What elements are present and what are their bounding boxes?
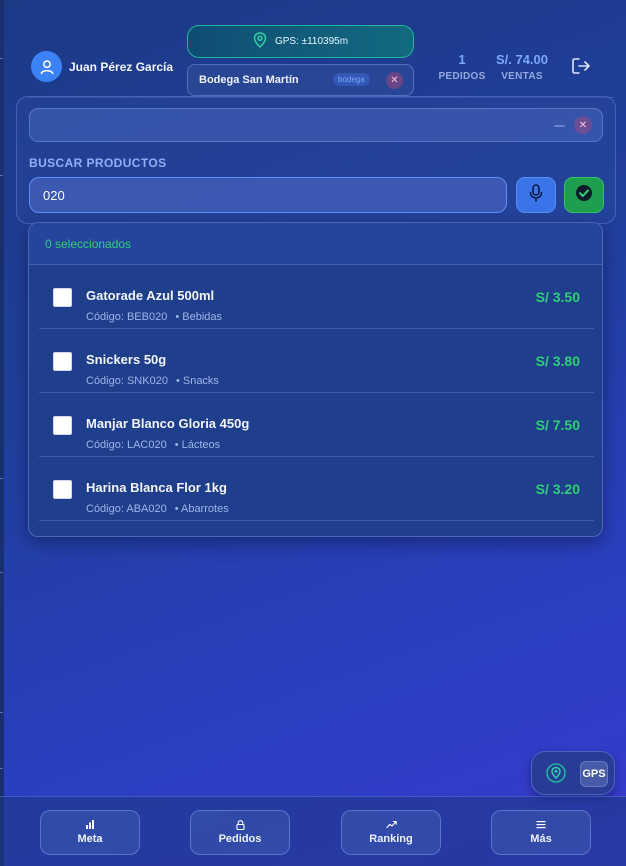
product-meta: Código: ABA020 • Abarrotes [86, 503, 229, 515]
product-category: • Bebidas [175, 311, 223, 323]
gps-accuracy-text: GPS: ±110395m [274, 36, 349, 47]
product-meta: Código: BEB020 • Bebidas [86, 311, 222, 323]
confirm-button[interactable] [564, 177, 604, 213]
orders-label: PEDIDOS [438, 71, 486, 82]
product-code: Código: SNK020 [86, 375, 168, 387]
logout-icon[interactable] [571, 57, 591, 80]
voice-search-button[interactable] [516, 177, 556, 213]
product-checkbox[interactable] [53, 288, 72, 307]
product-checkbox[interactable] [53, 352, 72, 371]
location-pin-icon [253, 32, 267, 51]
product-search-input[interactable] [29, 177, 507, 213]
product-meta: Código: LAC020 • Lácteos [86, 439, 220, 451]
nav-ranking[interactable]: Ranking [341, 810, 441, 855]
product-row[interactable]: Manjar Blanco Gloria 450g Código: LAC020… [29, 393, 602, 457]
product-category: • Lácteos [174, 439, 221, 451]
store-type-badge: bodega [333, 73, 370, 86]
product-name: Snickers 50g [86, 352, 167, 367]
row-divider [39, 520, 594, 521]
microphone-icon [529, 183, 543, 207]
product-row[interactable]: Snickers 50g Código: SNK020 • Snacks S/ 3… [29, 329, 602, 393]
product-price: S/ 3.50 [535, 289, 580, 305]
store-name: Bodega San Martín [199, 74, 299, 86]
store-selector[interactable]: Bodega San Martín bodega ✕ [187, 64, 414, 96]
sales-label: VENTAS [501, 71, 543, 82]
clear-store-button[interactable]: ✕ [386, 72, 403, 89]
product-code: Código: LAC020 [86, 439, 167, 451]
location-pin-icon [546, 763, 566, 790]
product-category: • Abarrotes [174, 503, 229, 515]
orders-count: 1 [458, 52, 466, 67]
user-avatar-icon [31, 51, 62, 82]
product-row[interactable]: Harina Blanca Flor 1kg Código: ABA020 • A… [29, 457, 602, 521]
menu-icon [536, 820, 546, 830]
product-price: S/ 3.20 [535, 481, 580, 497]
bar-chart-icon [85, 820, 95, 830]
product-name: Harina Blanca Flor 1kg [86, 480, 227, 495]
customer-field[interactable]: ✕ [29, 108, 603, 142]
nav-pedidos[interactable]: Pedidos [190, 810, 290, 855]
clear-field-button[interactable]: ✕ [574, 116, 592, 134]
product-price: S/ 7.50 [535, 417, 580, 433]
sales-stat: S/. 74.00 VENTAS [494, 52, 550, 82]
user-name: Juan Pérez García [69, 59, 174, 74]
trend-icon [385, 820, 397, 830]
nav-mas[interactable]: Más [491, 810, 591, 855]
gps-float-button[interactable]: GPS [531, 751, 615, 795]
nav-label: Pedidos [218, 833, 262, 845]
nav-label: Ranking [369, 833, 413, 845]
search-card: ✕ BUSCAR PRODUCTOS [16, 96, 616, 224]
sales-amount: S/. 74.00 [495, 52, 549, 67]
bottom-navigation: Meta Pedidos Ranking Más [0, 796, 626, 866]
lock-icon [235, 820, 245, 831]
product-category: • Snacks [175, 375, 219, 387]
product-meta: Código: SNK020 • Snacks [86, 375, 219, 387]
user-profile[interactable]: Juan Pérez García [31, 51, 173, 82]
left-edge-strip [0, 0, 4, 866]
product-code: Código: ABA020 [86, 503, 167, 515]
product-name: Gatorade Azul 500ml [86, 288, 215, 303]
search-results-dropdown: 0 seleccionados Gatorade Azul 500ml Códi… [28, 222, 603, 537]
orders-stat: 1 PEDIDOS [437, 52, 487, 82]
field-dash [554, 125, 565, 127]
product-name: Manjar Blanco Gloria 450g [86, 416, 250, 431]
check-circle-icon [575, 184, 593, 207]
search-label: BUSCAR PRODUCTOS [29, 156, 167, 170]
selected-count: 0 seleccionados [29, 223, 602, 265]
product-code: Código: BEB020 [86, 311, 168, 323]
product-row[interactable]: Gatorade Azul 500ml Código: BEB020 • Bebi… [29, 265, 602, 329]
gps-float-label: GPS [580, 761, 608, 787]
product-checkbox[interactable] [53, 416, 72, 435]
product-checkbox[interactable] [53, 480, 72, 499]
nav-meta[interactable]: Meta [40, 810, 140, 855]
header: Juan Pérez García GPS: ±110395m Bodega S… [0, 0, 626, 98]
nav-label: Meta [77, 833, 103, 845]
gps-status-pill[interactable]: GPS: ±110395m [187, 25, 414, 58]
nav-label: Más [530, 833, 552, 845]
product-price: S/ 3.80 [535, 353, 580, 369]
